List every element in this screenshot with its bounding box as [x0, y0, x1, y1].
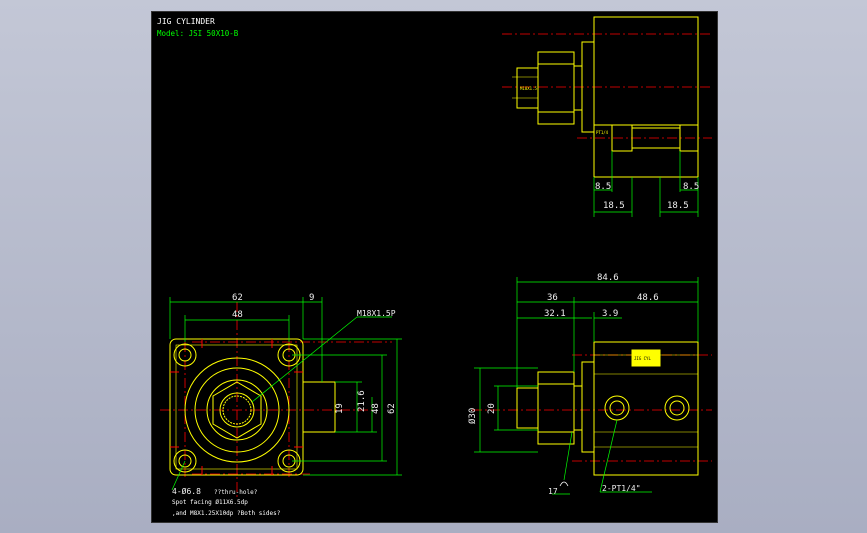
- drawing-model: Model: JSI 50X10-B: [157, 29, 239, 38]
- dim-port: 2-PT1/4": [602, 484, 641, 493]
- dim-8-5-left: 8.5: [595, 182, 611, 192]
- dim-36: 36: [547, 293, 558, 303]
- svg-text:PT1/4: PT1/4: [596, 130, 609, 135]
- side-view-bottom: JIG CYL: [472, 277, 712, 495]
- drawing-title: JIG CYLINDER: [157, 17, 215, 26]
- dim-32-1: 32.1: [544, 309, 566, 319]
- dim-m18-thread: M18X1.5P: [357, 309, 396, 318]
- dim-48-top: 48: [232, 310, 243, 320]
- drawing-svg: JIG CYLINDER Model: JSI 50X10-B M18X1.5 …: [157, 16, 712, 517]
- dim-48-vert: 48: [371, 403, 381, 414]
- dim-8-5-right: 8.5: [683, 182, 699, 192]
- dim-48-6: 48.6: [637, 293, 659, 303]
- dim-diameter-30: Ø30: [467, 408, 478, 424]
- note-tapped-hole: ,and M8X1.25X10dp ?Both sides?: [172, 510, 281, 517]
- note-spot-facing: Spot facing Ø11X6.5dp: [172, 499, 248, 506]
- dim-17: 17: [548, 487, 558, 496]
- dim-18-5-left: 18.5: [603, 201, 625, 211]
- dim-62-top: 62: [232, 293, 243, 303]
- svg-text:JIG CYL: JIG CYL: [634, 356, 651, 361]
- dim-62-vert: 62: [387, 403, 397, 414]
- dim-9-top: 9: [309, 293, 314, 303]
- dim-84-6: 84.6: [597, 273, 619, 283]
- dim-19: 19: [335, 403, 345, 414]
- dim-20: 20: [487, 403, 497, 414]
- note-thru-hole: ??thru-hole?: [214, 489, 258, 496]
- cad-drawing-canvas[interactable]: JIG CYLINDER Model: JSI 50X10-B M18X1.5 …: [151, 11, 718, 523]
- dim-21-6: 21.6: [357, 390, 367, 412]
- dim-3-9: 3.9: [602, 309, 618, 319]
- note-hole-diameter: 4-Ø6.8: [172, 486, 201, 496]
- svg-text:M18X1.5: M18X1.5: [520, 86, 537, 91]
- dim-18-5-right: 18.5: [667, 201, 689, 211]
